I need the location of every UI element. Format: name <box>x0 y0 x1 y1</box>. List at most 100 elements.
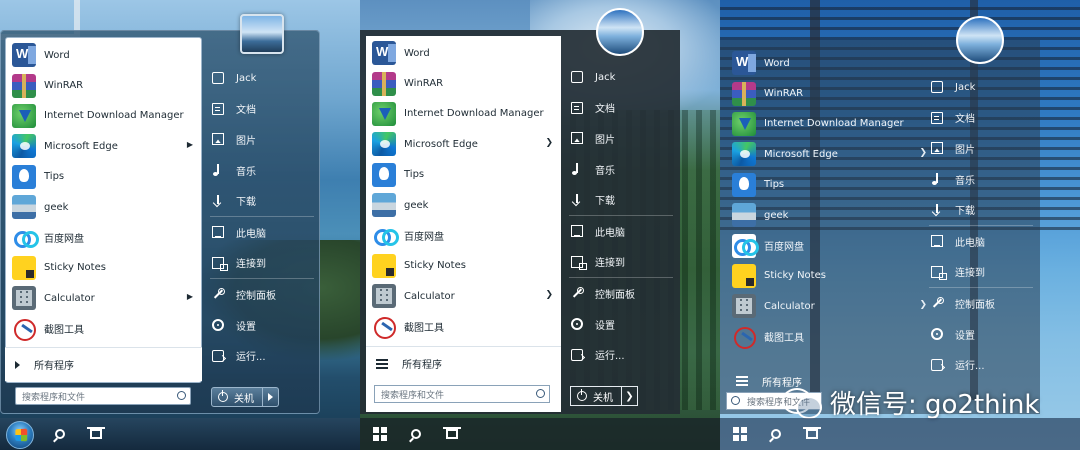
place-item-music[interactable]: 音乐 <box>925 164 1037 195</box>
user-avatar[interactable] <box>596 8 644 56</box>
place-item-this-pc[interactable]: 此电脑 <box>925 226 1037 257</box>
program-item-snipping[interactable]: 截图工具 <box>366 312 561 342</box>
chevron-right-icon: ❯ <box>625 390 634 402</box>
task-view-button[interactable] <box>436 418 468 450</box>
place-item-control-panel[interactable]: 控制面板 <box>206 279 318 310</box>
program-item-winrar[interactable]: WinRAR <box>726 78 923 108</box>
start-button[interactable] <box>724 418 756 450</box>
program-item-sticky[interactable]: Sticky Notes <box>6 253 201 283</box>
place-item-user[interactable]: Jack <box>565 62 677 93</box>
program-item-sticky[interactable]: Sticky Notes <box>366 251 561 281</box>
place-item-pictures[interactable]: 图片 <box>925 133 1037 164</box>
program-item-edge[interactable]: Microsoft Edge ▶ <box>6 131 201 161</box>
submenu-arrow-icon: ▶ <box>186 292 193 302</box>
program-item-baidu[interactable]: 百度网盘 <box>366 220 561 250</box>
taskbar-search-button[interactable] <box>760 418 792 450</box>
taskbar-search-button[interactable] <box>400 418 432 450</box>
shutdown-options-button[interactable]: ❯ <box>622 386 638 406</box>
program-item-calculator[interactable]: Calculator ❯ <box>366 281 561 311</box>
place-item-documents[interactable]: 文档 <box>925 103 1037 134</box>
task-view-icon <box>803 427 821 439</box>
place-item-connect[interactable]: 连接到 <box>206 248 318 279</box>
this-pc-icon <box>931 235 943 248</box>
shutdown-button[interactable]: 关机 <box>570 386 622 406</box>
program-item-winrar[interactable]: WinRAR <box>6 70 201 100</box>
place-item-documents[interactable]: 文档 <box>565 93 677 124</box>
pictures-icon <box>571 132 583 145</box>
place-item-downloads[interactable]: 下载 <box>565 184 677 215</box>
settings-icon <box>571 318 583 331</box>
program-item-sticky[interactable]: Sticky Notes <box>726 261 923 291</box>
place-item-user[interactable]: Jack <box>925 72 1037 103</box>
program-item-geek[interactable]: geek <box>726 200 923 230</box>
program-item-calculator[interactable]: Calculator ❯ <box>726 291 927 321</box>
place-item-documents[interactable]: 文档 <box>206 94 318 125</box>
place-item-music[interactable]: 音乐 <box>206 155 318 186</box>
tips-icon <box>12 164 36 189</box>
place-item-pictures[interactable]: 图片 <box>206 124 318 155</box>
program-item-calculator[interactable]: Calculator ▶ <box>6 283 201 313</box>
program-item-snipping[interactable]: 截图工具 <box>6 314 201 344</box>
place-item-music[interactable]: 音乐 <box>565 154 677 185</box>
start-button[interactable] <box>364 418 396 450</box>
user-avatar[interactable] <box>956 16 1004 64</box>
program-item-geek[interactable]: geek <box>366 190 561 220</box>
task-view-button[interactable] <box>796 418 828 450</box>
program-item-idm[interactable]: Internet Download Manager <box>6 101 201 131</box>
program-list: Word WinRAR Internet Download Manager Mi… <box>366 36 561 382</box>
program-item-edge[interactable]: Microsoft Edge ❯ <box>726 139 927 169</box>
place-item-control-panel[interactable]: 控制面板 <box>565 278 677 309</box>
program-item-winrar[interactable]: WinRAR <box>366 68 561 98</box>
winrar-icon <box>732 81 756 106</box>
search-input[interactable]: 搜索程序和文件 <box>374 385 550 403</box>
all-programs-button[interactable]: 所有程序 <box>366 346 561 380</box>
power-icon <box>577 389 587 401</box>
place-item-pictures[interactable]: 图片 <box>565 123 677 154</box>
place-item-run[interactable]: 运行... <box>565 339 677 370</box>
place-item-run[interactable]: 运行... <box>206 340 318 371</box>
user-icon <box>571 71 583 84</box>
sticky-notes-icon <box>372 253 396 278</box>
place-item-user[interactable]: Jack <box>206 63 318 94</box>
task-view-button[interactable] <box>80 418 112 450</box>
taskbar-search-button[interactable] <box>44 418 76 450</box>
program-item-idm[interactable]: Internet Download Manager <box>366 99 561 129</box>
program-item-snipping[interactable]: 截图工具 <box>726 322 923 352</box>
program-item-baidu[interactable]: 百度网盘 <box>6 222 201 252</box>
this-pc-icon <box>571 225 583 238</box>
program-item-geek[interactable]: geek <box>6 192 201 222</box>
place-item-control-panel[interactable]: 控制面板 <box>925 288 1037 319</box>
edge-icon <box>732 142 756 167</box>
calculator-icon <box>732 294 756 319</box>
start-button[interactable] <box>4 418 36 450</box>
place-item-connect[interactable]: 连接到 <box>565 247 677 278</box>
program-item-edge[interactable]: Microsoft Edge ❯ <box>366 129 561 159</box>
place-item-connect[interactable]: 连接到 <box>925 257 1037 288</box>
place-item-this-pc[interactable]: 此电脑 <box>565 216 677 247</box>
program-item-tips[interactable]: Tips <box>726 170 923 200</box>
place-item-run[interactable]: 运行... <box>925 349 1037 380</box>
place-item-settings[interactable]: 设置 <box>565 309 677 340</box>
program-item-idm[interactable]: Internet Download Manager <box>726 109 923 139</box>
place-item-settings[interactable]: 设置 <box>925 319 1037 350</box>
program-item-baidu[interactable]: 百度网盘 <box>726 230 923 260</box>
search-area: 搜索程序和文件 <box>5 381 202 411</box>
program-item-word[interactable]: Word <box>366 38 561 68</box>
all-programs-button[interactable]: 所有程序 <box>5 347 202 381</box>
search-icon <box>731 396 740 405</box>
shutdown-options-button[interactable] <box>263 387 279 407</box>
chevron-right-icon: ❯ <box>545 290 553 301</box>
shutdown-button[interactable]: 关机 <box>211 387 263 407</box>
place-item-settings[interactable]: 设置 <box>206 310 318 341</box>
program-item-tips[interactable]: Tips <box>6 162 201 192</box>
control-panel-icon <box>212 288 225 300</box>
place-item-downloads[interactable]: 下载 <box>925 194 1037 225</box>
program-item-tips[interactable]: Tips <box>366 160 561 190</box>
word-icon <box>12 43 36 68</box>
user-avatar[interactable] <box>240 14 284 54</box>
place-item-this-pc[interactable]: 此电脑 <box>206 217 318 248</box>
program-item-word[interactable]: Word <box>726 48 923 78</box>
program-item-word[interactable]: Word <box>6 40 201 70</box>
place-item-downloads[interactable]: 下载 <box>206 185 318 216</box>
search-input[interactable]: 搜索程序和文件 <box>15 387 191 405</box>
